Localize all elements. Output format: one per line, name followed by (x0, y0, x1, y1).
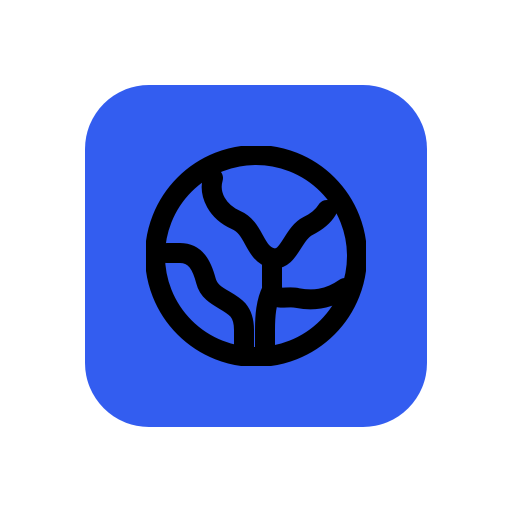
globe-continent-upper (201, 168, 337, 269)
canvas (0, 0, 512, 512)
globe-continent-right (262, 252, 355, 310)
globe-icon (146, 146, 366, 366)
app-icon-tile[interactable] (85, 85, 427, 427)
globe-continent-stem (255, 280, 282, 362)
